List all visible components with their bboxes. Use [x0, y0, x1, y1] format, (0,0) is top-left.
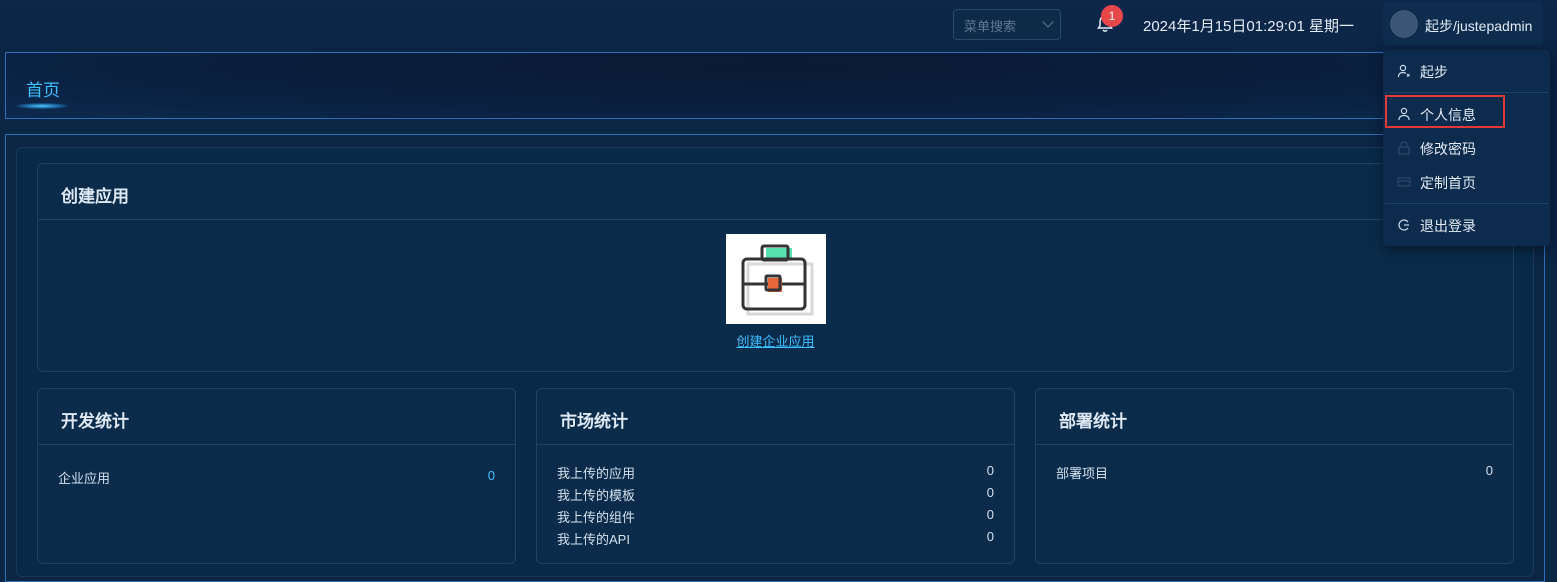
stat-value: 0 [986, 463, 994, 478]
tab-bar: 首页 [5, 52, 1545, 119]
stat-label: 我上传的模板 [557, 488, 636, 503]
menu-item-start[interactable]: 起步 [1383, 58, 1550, 84]
tab-home[interactable]: 首页 [26, 76, 60, 101]
market-stats-card: 市场统计 我上传的应用 0 我上传的模板 0 我上传的组件 0 我上传的API … [536, 388, 1015, 564]
lock-icon [1398, 141, 1410, 155]
stat-label: 我上传的API [557, 532, 630, 547]
menu-item-label: 退出登录 [1420, 218, 1476, 234]
list-item: 部署项目 0 [1056, 463, 1493, 481]
divider [1036, 444, 1513, 445]
tab-active-indicator [16, 103, 68, 109]
list-item: 我上传的组件 0 [557, 507, 994, 525]
stat-value: 0 [986, 529, 994, 544]
divider [38, 219, 1513, 220]
divider [537, 444, 1014, 445]
dev-stats-card: 开发统计 企业应用 0 [37, 388, 516, 564]
menu-item-label: 起步 [1420, 64, 1448, 80]
divider [38, 444, 515, 445]
chevron-down-icon [1042, 16, 1054, 28]
menu-search-select[interactable]: 菜单搜索 [953, 9, 1061, 40]
user-name: 起步/justepadmin [1425, 18, 1533, 34]
user-menu-button[interactable]: 起步/justepadmin [1383, 2, 1543, 45]
create-enterprise-app-link[interactable]: 创建企业应用 [38, 331, 1513, 350]
create-app-card: 创建应用 创建企业应用 [37, 163, 1514, 372]
stat-label: 部署项目 [1056, 466, 1109, 481]
notification-badge: 1 [1101, 5, 1123, 27]
stat-label: 企业应用 [58, 471, 111, 486]
layout-icon [1397, 177, 1411, 187]
top-bar: 菜单搜索 1 2024年1月15日01:29:01 星期一 起步/justepa… [0, 0, 1557, 48]
deploy-stats-title: 部署统计 [1059, 412, 1127, 431]
briefcase-icon[interactable] [726, 234, 826, 324]
divider [1385, 203, 1548, 204]
user-start-icon [1397, 64, 1410, 78]
datetime-display: 2024年1月15日01:29:01 星期一 [1143, 18, 1354, 35]
menu-search-placeholder: 菜单搜索 [964, 19, 1017, 34]
user-dropdown-menu: 起步 个人信息 修改密码 定制首页 退出登录 [1383, 50, 1550, 246]
stat-value[interactable]: 0 [488, 468, 495, 483]
avatar [1390, 10, 1418, 38]
list-item: 企业应用 0 [58, 468, 495, 486]
deploy-stats-card: 部署统计 部署项目 0 [1035, 388, 1514, 564]
stat-value: 0 [986, 485, 994, 500]
menu-item-logout[interactable]: 退出登录 [1383, 212, 1550, 238]
menu-item-change-password[interactable]: 修改密码 [1383, 135, 1550, 161]
divider [1385, 92, 1548, 93]
stat-value: 0 [1485, 463, 1493, 478]
menu-item-label: 修改密码 [1420, 141, 1476, 157]
market-stats-title: 市场统计 [560, 412, 628, 431]
stat-label: 我上传的应用 [557, 466, 636, 481]
menu-item-label: 定制首页 [1420, 175, 1476, 191]
list-item: 我上传的应用 0 [557, 463, 994, 481]
create-app-title: 创建应用 [61, 187, 129, 206]
list-item: 我上传的模板 0 [557, 485, 994, 503]
logout-icon [1398, 219, 1409, 231]
stat-value: 0 [986, 507, 994, 522]
dev-stats-title: 开发统计 [61, 412, 129, 431]
stat-label: 我上传的组件 [557, 510, 636, 525]
menu-item-customize-home[interactable]: 定制首页 [1383, 169, 1550, 195]
list-item: 我上传的API 0 [557, 529, 994, 547]
profile-highlight-box [1385, 95, 1505, 128]
